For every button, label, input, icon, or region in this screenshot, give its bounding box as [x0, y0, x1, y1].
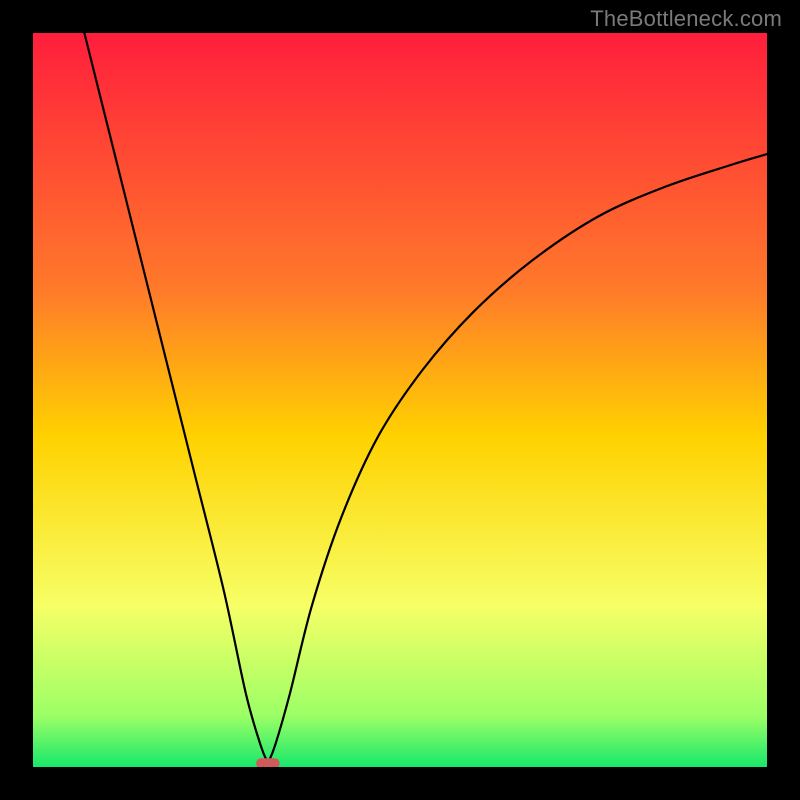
minimum-marker — [256, 758, 279, 767]
watermark-text: TheBottleneck.com — [590, 6, 782, 32]
plot-area — [33, 33, 767, 767]
bottleneck-chart — [33, 33, 767, 767]
chart-frame: TheBottleneck.com — [0, 0, 800, 800]
